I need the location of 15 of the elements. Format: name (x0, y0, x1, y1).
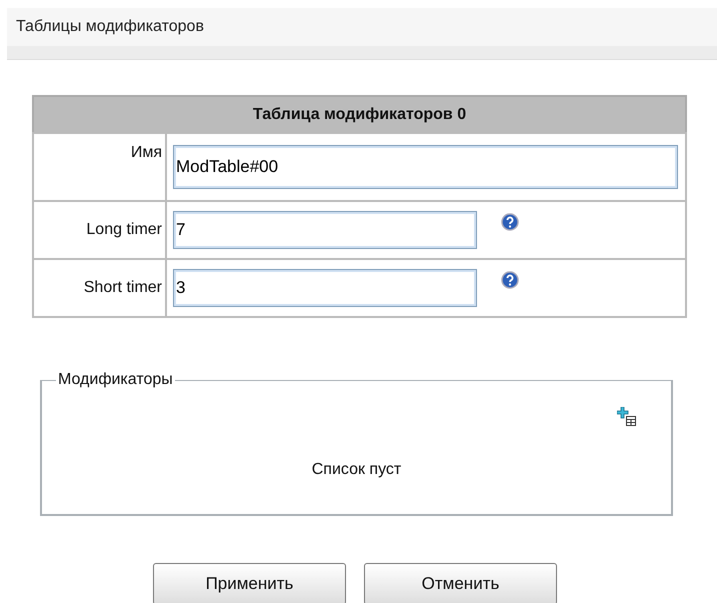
page-title: Таблицы модификаторов (16, 18, 204, 35)
help-icon[interactable] (501, 271, 519, 289)
add-table-icon[interactable] (617, 407, 637, 427)
empty-list-message: Список пуст (312, 460, 402, 479)
field-label: Long timer (33, 201, 166, 259)
timer-field[interactable]: 3 (173, 269, 477, 307)
timer-field[interactable]: 7 (173, 211, 477, 249)
group-legend: Модификаторы (56, 371, 175, 389)
table-title: Таблица модификаторов 0 (33, 96, 686, 133)
field-label: Short timer (33, 259, 166, 317)
help-icon[interactable] (501, 213, 519, 231)
form-button[interactable]: Применить (153, 563, 346, 603)
form-button[interactable]: Отменить (364, 563, 557, 603)
name-field[interactable]: ModTable#00 (173, 145, 678, 189)
field-label: Имя (33, 133, 166, 201)
